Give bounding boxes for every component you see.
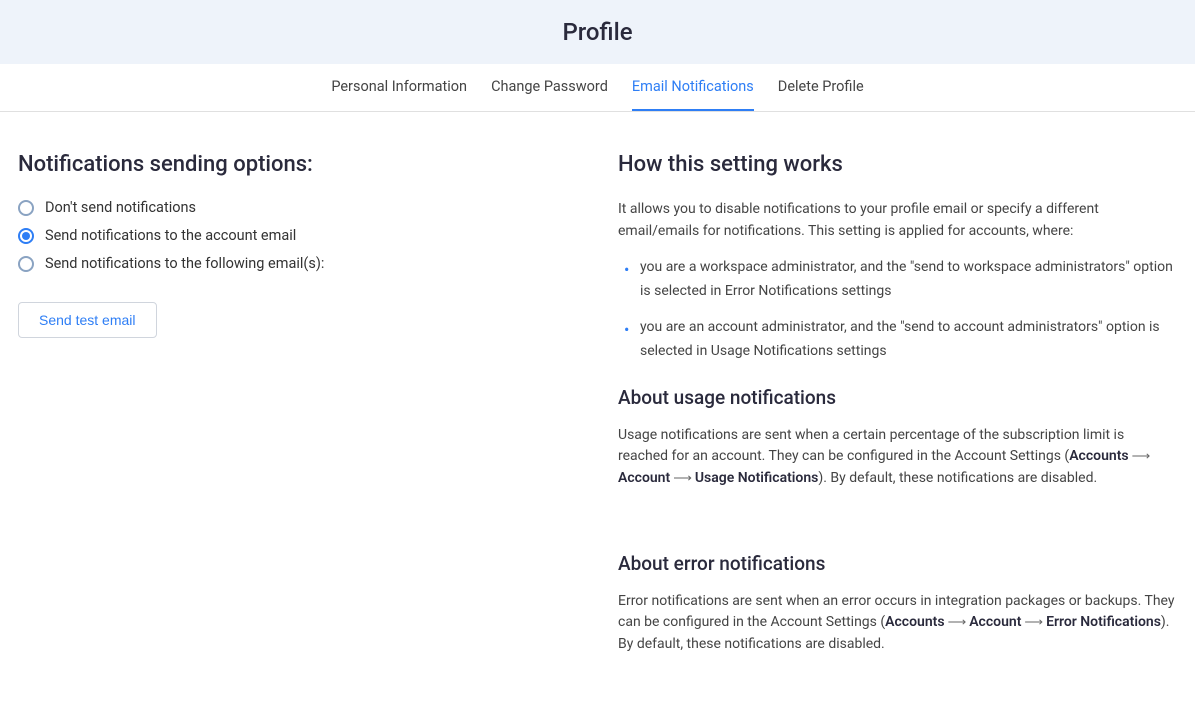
how-works-bullets: you are a workspace administrator, and t…	[618, 256, 1177, 363]
breadcrumb: Accounts	[885, 614, 944, 630]
how-works-text: It allows you to disable notifications t…	[618, 199, 1177, 242]
tab-personal-information[interactable]: Personal Information	[331, 64, 467, 111]
arrow-icon: ⟶	[1024, 613, 1043, 633]
list-item: you are a workspace administrator, and t…	[618, 256, 1177, 304]
radio-label: Send notifications to the account email	[45, 227, 296, 244]
breadcrumb: Account	[969, 614, 1021, 630]
radio-icon	[18, 256, 34, 272]
arrow-icon: ⟶	[673, 469, 692, 489]
breadcrumb: Account	[618, 470, 670, 486]
notifications-heading: Notifications sending options:	[18, 152, 578, 177]
content-area: Notifications sending options: Don't sen…	[0, 112, 1195, 710]
breadcrumb: Usage Notifications	[695, 470, 819, 486]
radio-icon	[18, 228, 34, 244]
radio-selected-dot-icon	[22, 232, 30, 240]
radio-dont-send[interactable]: Don't send notifications	[18, 199, 578, 216]
breadcrumb: Error Notifications	[1046, 614, 1161, 630]
help-panel: How this setting works It allows you to …	[618, 152, 1177, 670]
notifications-options-panel: Notifications sending options: Don't sen…	[18, 152, 578, 670]
radio-label: Send notifications to the following emai…	[45, 255, 324, 272]
breadcrumb: Accounts	[1069, 448, 1128, 464]
page-title: Profile	[0, 18, 1195, 46]
tab-email-notifications[interactable]: Email Notifications	[632, 64, 754, 111]
error-heading: About error notifications	[618, 552, 1177, 575]
arrow-icon: ⟶	[948, 613, 967, 633]
tab-change-password[interactable]: Change Password	[491, 64, 608, 111]
radio-send-following-emails[interactable]: Send notifications to the following emai…	[18, 255, 578, 272]
send-test-email-button[interactable]: Send test email	[18, 302, 157, 338]
radio-label: Don't send notifications	[45, 199, 196, 216]
radio-send-account-email[interactable]: Send notifications to the account email	[18, 227, 578, 244]
how-works-heading: How this setting works	[618, 152, 1177, 177]
page-header: Profile	[0, 0, 1195, 64]
radio-icon	[18, 200, 34, 216]
tabs-bar: Personal Information Change Password Ema…	[0, 64, 1195, 112]
usage-heading: About usage notifications	[618, 386, 1177, 409]
error-text: Error notifications are sent when an err…	[618, 591, 1177, 656]
tab-delete-profile[interactable]: Delete Profile	[778, 64, 864, 111]
arrow-icon: ⟶	[1132, 447, 1151, 467]
list-item: you are an account administrator, and th…	[618, 316, 1177, 364]
notification-radio-group: Don't send notifications Send notificati…	[18, 199, 578, 272]
usage-text: Usage notifications are sent when a cert…	[618, 425, 1177, 490]
